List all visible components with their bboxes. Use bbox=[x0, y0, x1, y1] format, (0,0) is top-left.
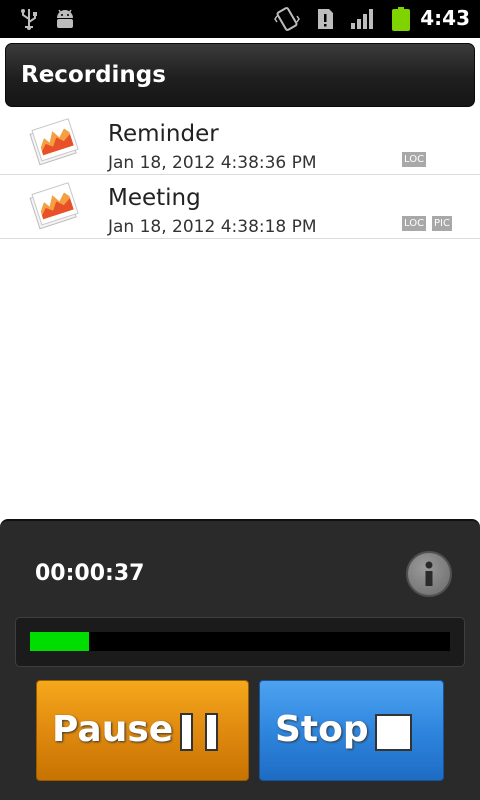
recording-thumbnail-icon bbox=[29, 182, 79, 230]
picture-tag: PIC bbox=[432, 216, 452, 231]
level-meter-fill bbox=[30, 632, 89, 651]
recording-name: Meeting bbox=[108, 185, 201, 211]
status-bar: 4:43 bbox=[0, 0, 480, 38]
page-title: Recordings bbox=[21, 62, 166, 88]
usb-icon bbox=[21, 9, 37, 30]
status-time: 4:43 bbox=[420, 6, 470, 30]
list-item-reminder[interactable]: Reminder Jan 18, 2012 4:38:36 PM LOC bbox=[0, 111, 480, 175]
recorder-panel: 00:00:37 Pause Stop bbox=[0, 519, 480, 800]
pause-icon bbox=[180, 713, 220, 751]
location-tag: LOC bbox=[402, 152, 427, 167]
android-debug-icon bbox=[57, 9, 73, 28]
stop-button-label: Stop bbox=[275, 709, 369, 750]
recordings-list: Reminder Jan 18, 2012 4:38:36 PM LOC Mee… bbox=[0, 111, 480, 239]
signal-icon bbox=[351, 9, 373, 29]
level-meter-track bbox=[30, 632, 450, 651]
location-tag: LOC bbox=[402, 216, 427, 231]
level-meter bbox=[15, 617, 465, 667]
stop-button[interactable]: Stop bbox=[259, 680, 444, 781]
title-bar: Recordings bbox=[5, 43, 475, 107]
recording-date: Jan 18, 2012 4:38:18 PM bbox=[108, 217, 317, 237]
battery-icon bbox=[392, 7, 410, 31]
stop-icon bbox=[375, 714, 412, 751]
recording-name: Reminder bbox=[108, 121, 219, 147]
elapsed-timer: 00:00:37 bbox=[35, 561, 145, 586]
screen: 4:43 Recordings Reminder Jan 18, 2012 4:… bbox=[0, 0, 480, 800]
list-item-meeting[interactable]: Meeting Jan 18, 2012 4:38:18 PM LOC PIC bbox=[0, 175, 480, 239]
recording-thumbnail-icon bbox=[29, 118, 79, 166]
info-button[interactable] bbox=[406, 551, 452, 597]
info-icon bbox=[425, 561, 433, 586]
pause-button-label: Pause bbox=[52, 709, 174, 750]
recording-date: Jan 18, 2012 4:38:36 PM bbox=[108, 153, 317, 173]
vibrate-icon bbox=[274, 7, 300, 31]
pause-button[interactable]: Pause bbox=[36, 680, 249, 781]
sd-card-icon bbox=[318, 9, 333, 29]
